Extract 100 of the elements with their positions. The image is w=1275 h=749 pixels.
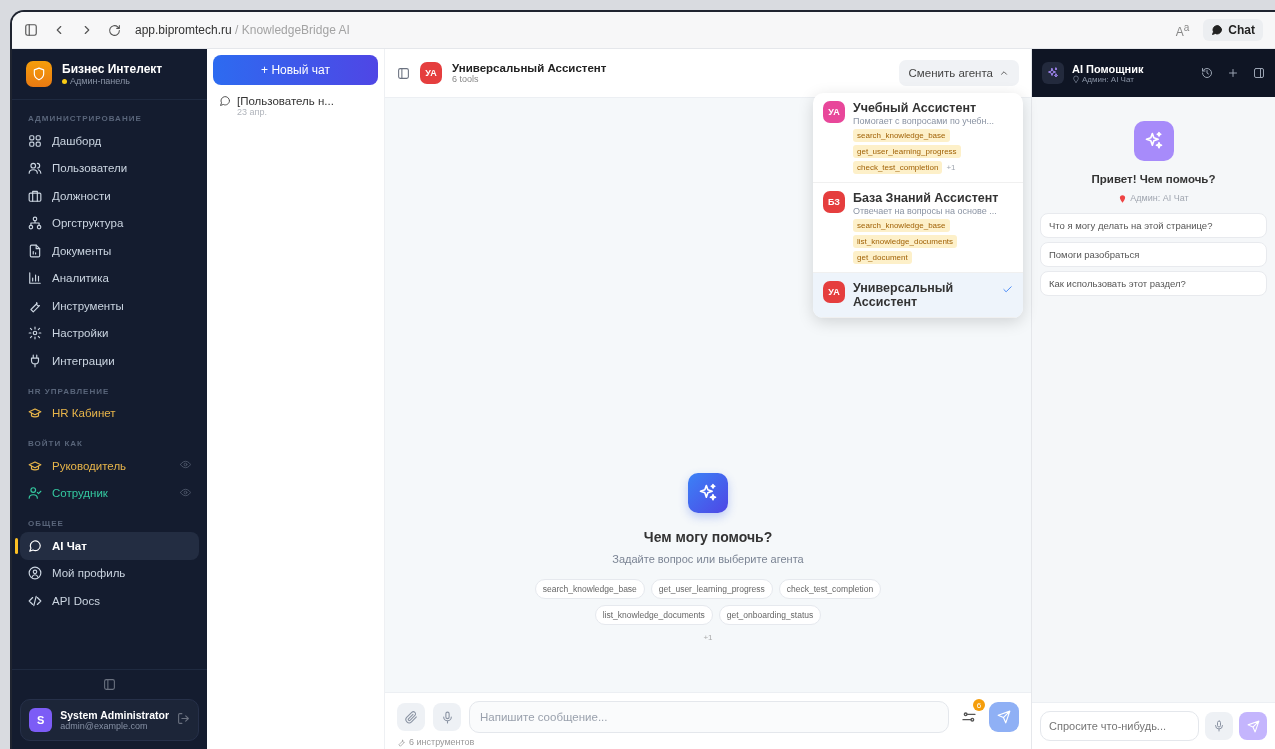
agent-name: Учебный Ассистент (853, 101, 978, 115)
send-icon (1246, 719, 1260, 733)
tool-chip[interactable]: list_knowledge_documents (594, 605, 713, 625)
tool-tag: search_knowledge_base (853, 219, 950, 232)
agent-description: Помогает с вопросами по учебн... (853, 116, 994, 126)
agent-title: Универсальный Ассистент (452, 62, 607, 74)
assistant-title: AI Помощник (1072, 62, 1144, 75)
status-dot (62, 78, 67, 84)
paperclip-icon (404, 710, 418, 724)
location-pin-icon (1118, 193, 1128, 203)
section-heading: ВОЙТИ КАК (27, 438, 84, 450)
switch-agent-button[interactable]: Сменить агента (898, 60, 1019, 86)
tool-chip[interactable]: get_user_learning_progress (650, 579, 773, 599)
microphone-icon (1213, 720, 1225, 732)
new-chat-plus-button[interactable] (1227, 67, 1239, 79)
microphone-button[interactable] (1205, 712, 1233, 740)
agent-option[interactable]: УА Универсальный Ассистент (813, 273, 1023, 318)
address-bar[interactable]: app.bipromtech.ru / KnowledgeBridge AI (135, 23, 350, 37)
tool-tag: search_knowledge_base (853, 129, 950, 142)
user-name: System Administrator (60, 709, 169, 721)
sliders-icon (961, 709, 977, 725)
text-size-button[interactable]: A$^{a}$ (1175, 21, 1190, 39)
nav-item[interactable]: API Docs (20, 587, 199, 615)
send-button[interactable] (989, 702, 1019, 732)
shield-icon (32, 67, 46, 81)
brand-subtitle: Админ-панель (70, 76, 130, 86)
settings-icon (28, 326, 42, 341)
chat-button[interactable]: Chat (1203, 19, 1263, 41)
chevron-up-icon (999, 68, 1009, 78)
graduation-cap-icon (28, 458, 42, 473)
user-avatar: S (29, 708, 53, 732)
more-count: +1 (703, 633, 713, 642)
nav-item[interactable]: Настройки (20, 319, 199, 347)
suggestion-button[interactable]: Помоги разобраться (1040, 242, 1267, 267)
agent-description: Отвечает на вопросы на основе ... (853, 206, 998, 216)
briefcase-icon (28, 188, 42, 203)
agent-option[interactable]: БЗ База Знаний Ассистент Отвечает на вопросы на основе ... search_knowledge_base list_knowledge_documents get_document (813, 183, 1023, 273)
user-check-icon (28, 486, 42, 501)
tools-note: 6 инструментов (409, 737, 475, 747)
nav-item[interactable]: Оргструктура (20, 209, 199, 237)
nav-item[interactable]: Сотрудник (20, 479, 199, 507)
microphone-button[interactable] (433, 703, 461, 731)
nav-item[interactable]: Пользователи (20, 154, 199, 182)
agent-avatar: УА (420, 62, 442, 84)
chat-bubble-icon (28, 538, 42, 553)
ask-input[interactable]: Спросите что-нибудь... (1040, 711, 1199, 741)
attach-button[interactable] (397, 703, 425, 731)
chat-date: 23 апр. (237, 107, 268, 117)
nav-item[interactable]: Документы (20, 237, 199, 265)
user-circle-icon (28, 566, 42, 581)
agent-name: Универсальный Ассистент (853, 281, 955, 309)
logout-icon (177, 712, 190, 725)
sidebar-toggle-icon (24, 23, 38, 37)
history-icon (1201, 67, 1213, 79)
nav-item[interactable]: HR Кабинет (20, 399, 199, 427)
location-label: Админ: AI Чат (1130, 193, 1189, 203)
tool-chip[interactable]: check_test_completion (778, 579, 882, 599)
send-icon (997, 710, 1011, 724)
nav-item[interactable]: Должности (20, 182, 199, 210)
nav-item[interactable]: Руководитель (20, 452, 199, 480)
tool-tag: get_document (853, 251, 912, 264)
nav-item[interactable]: Интеграции (20, 347, 199, 375)
section-heading: HR УПРАВЛЕНИЕ (27, 385, 111, 398)
new-chat-button[interactable]: + Новый чат (213, 55, 378, 85)
agent-option[interactable]: УА Учебный Ассистент Помогает с вопросами по учебн... search_knowledge_base get_user_learning_progress check_test_completion +1 (813, 93, 1023, 183)
tools-badge: 6 (973, 699, 985, 711)
tool-tag: list_knowledge_documents (853, 235, 958, 248)
agent-avatar: УА (823, 281, 845, 303)
section-heading: АДМИНИСТРИРОВАНИЕ (27, 113, 143, 125)
location-pin-icon (1072, 75, 1080, 83)
tool-chip[interactable]: get_onboarding_status (718, 605, 822, 625)
close-panel-button[interactable] (1253, 67, 1265, 79)
tool-chip[interactable]: search_knowledge_base (534, 579, 645, 599)
panel-toggle-icon (397, 66, 410, 80)
bar-chart-icon (28, 271, 42, 286)
nav-item[interactable]: Дашборд (20, 127, 199, 155)
chat-bubble-icon (219, 95, 231, 107)
chat-title[interactable]: [Пользователь н... (237, 95, 334, 107)
code-icon (28, 593, 42, 608)
message-input[interactable]: Напишите сообщение... (469, 701, 949, 733)
greeting: Привет! Чем помочь? (1091, 173, 1216, 185)
users-icon (28, 161, 42, 176)
plug-icon (28, 353, 42, 368)
more-count: +1 (946, 163, 956, 172)
history-button[interactable] (1201, 67, 1213, 79)
plus-icon (1227, 67, 1239, 79)
check-icon (1002, 284, 1013, 295)
suggestion-button[interactable]: Как использовать этот раздел? (1040, 271, 1267, 296)
nav-item[interactable]: Мой профиль (20, 559, 199, 587)
empty-title: Чем могу помочь? (643, 529, 773, 545)
tool-tag: check_test_completion (853, 161, 943, 174)
microphone-icon (440, 710, 454, 724)
send-button[interactable] (1239, 712, 1267, 740)
suggestion-button[interactable]: Что я могу делать на этой странице? (1040, 213, 1267, 238)
collapse-sidebar-icon (103, 678, 116, 691)
agent-avatar: УА (823, 101, 845, 123)
nav-item[interactable]: Аналитика (20, 264, 199, 292)
nav-item[interactable]: Инструменты (20, 292, 199, 320)
user-email: admin@example.com (60, 721, 149, 731)
user-card[interactable]: S System Administrator admin@example.com (20, 699, 199, 741)
